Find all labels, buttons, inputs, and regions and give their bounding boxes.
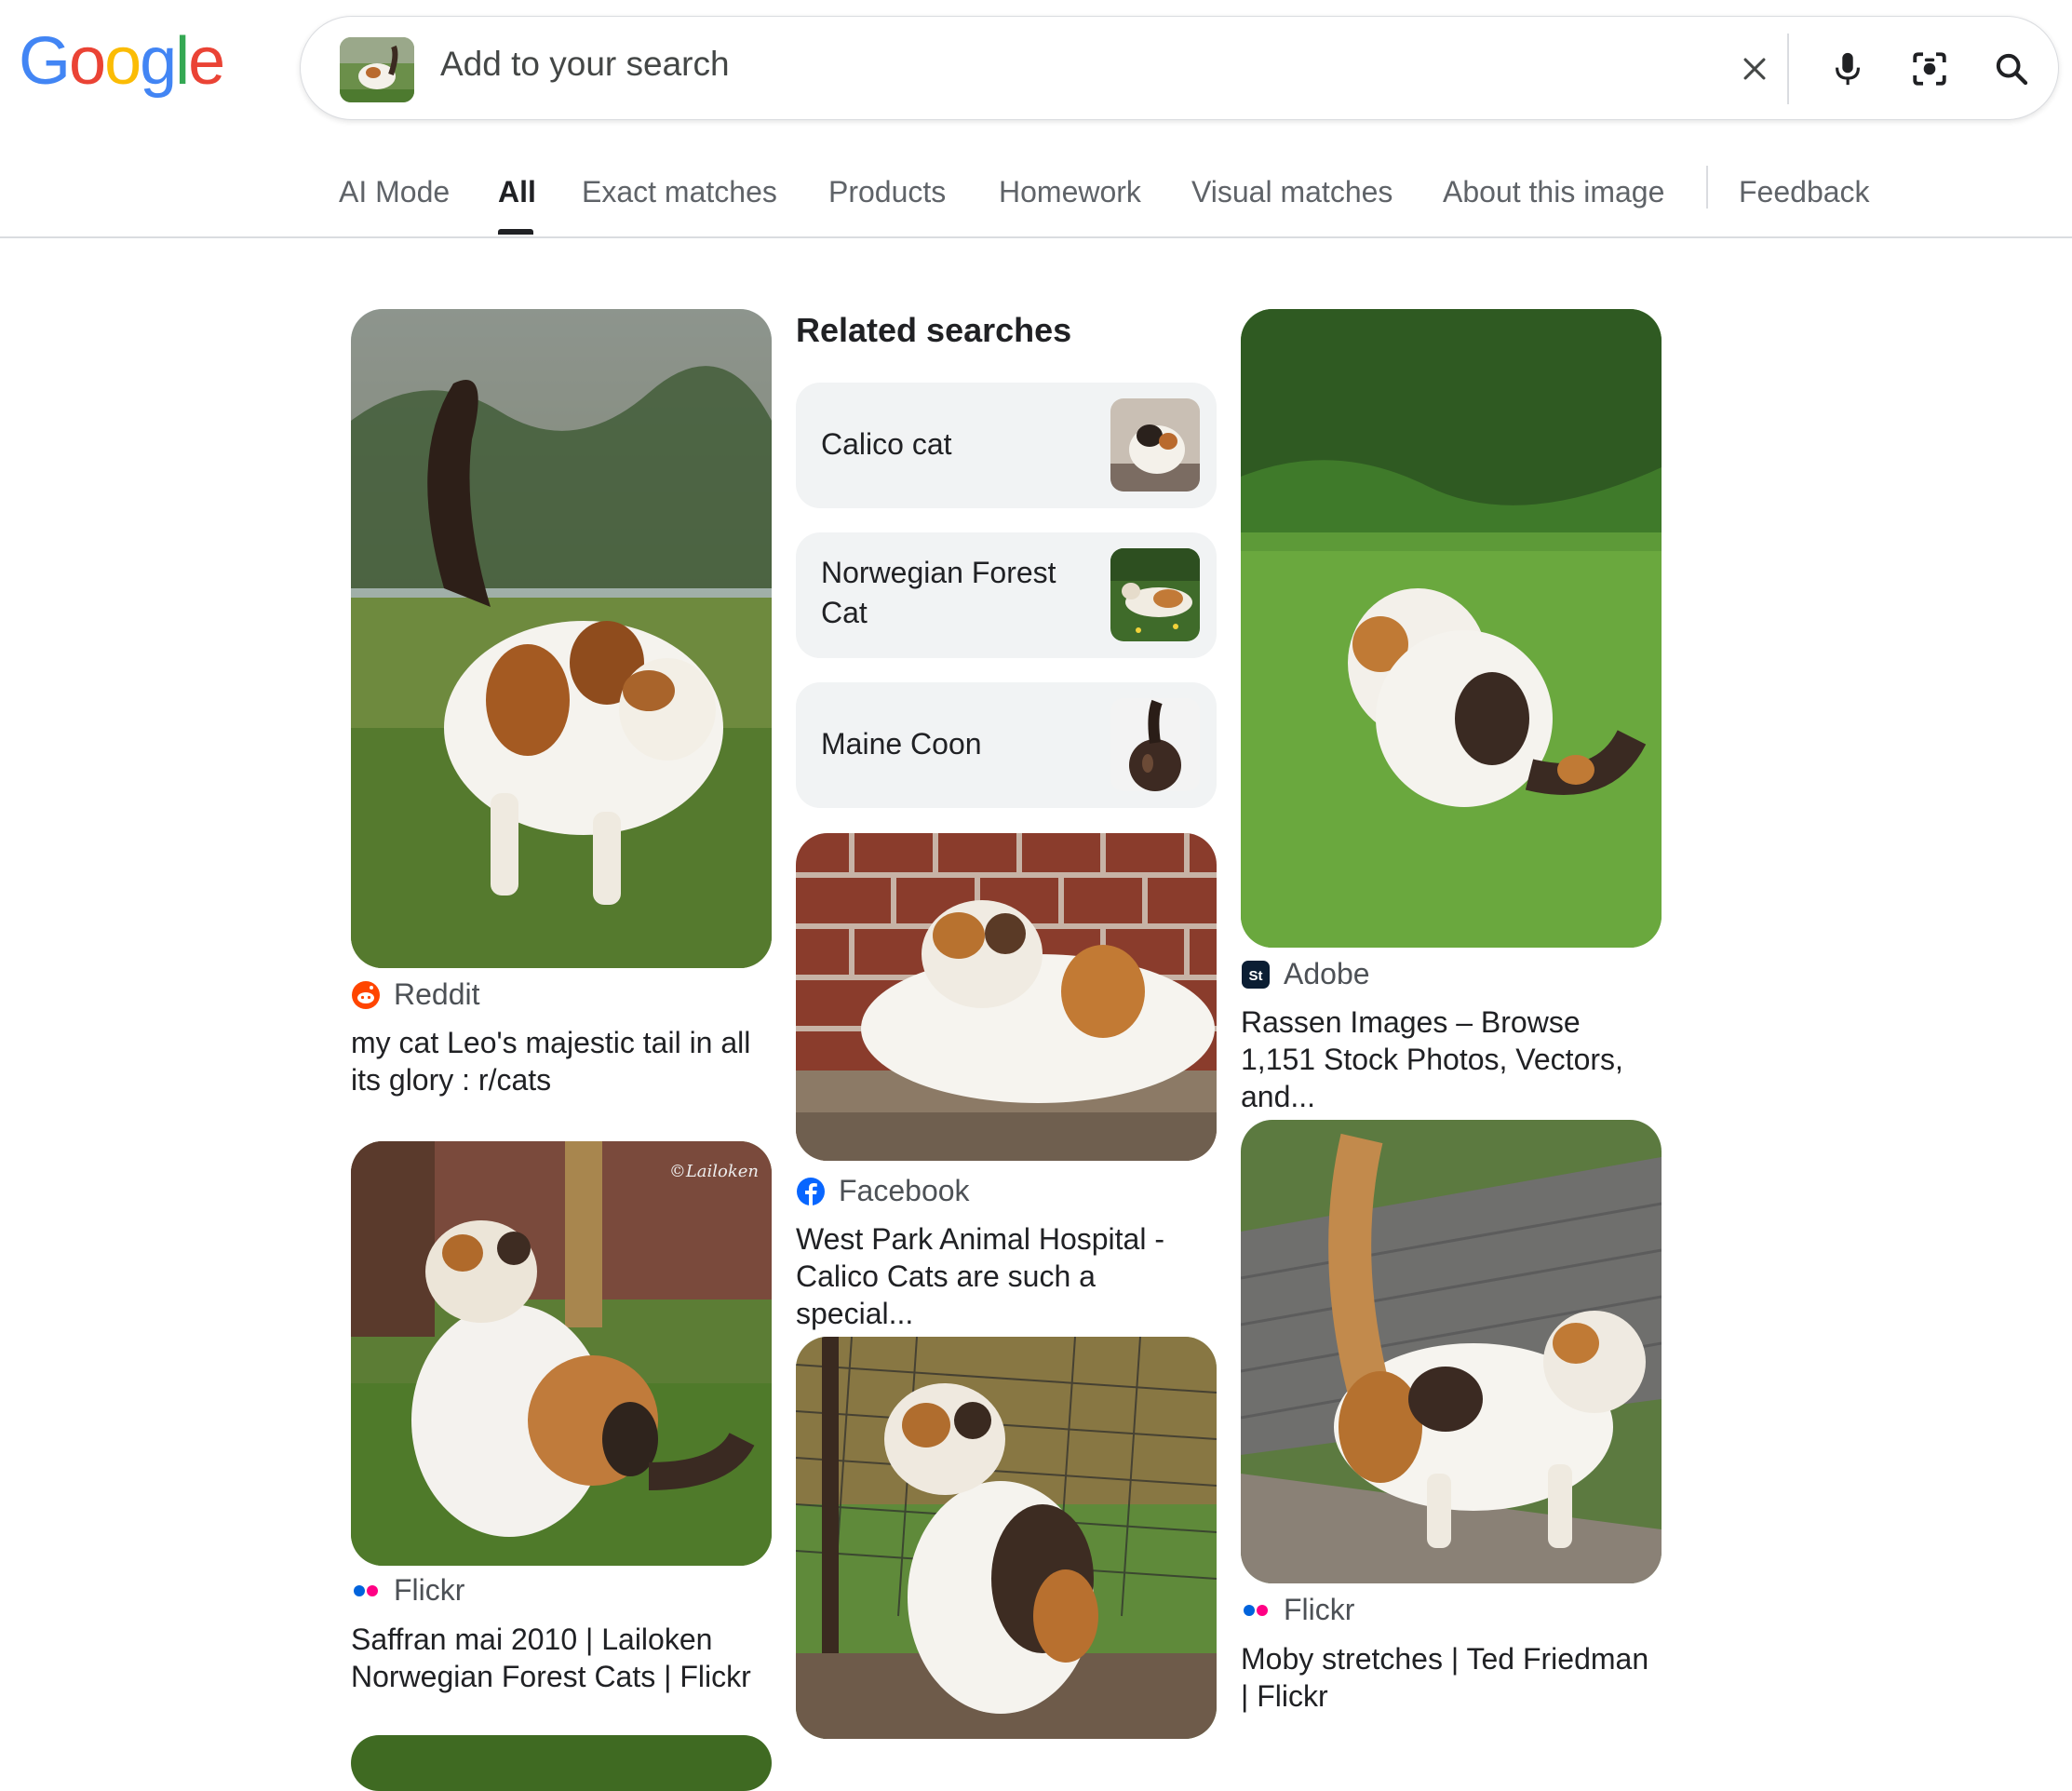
result-image-adobe[interactable]: [1241, 309, 1662, 948]
tab-separator: [1706, 166, 1708, 209]
result-image-flickr-moby[interactable]: [1241, 1120, 1662, 1583]
result-source-name: Flickr: [1284, 1593, 1355, 1626]
related-search-label: Norwegian Forest Cat: [821, 556, 1056, 629]
related-search-thumbnail: [1110, 398, 1200, 492]
search-icon[interactable]: [1984, 41, 2039, 97]
related-search-label: Maine Coon: [821, 727, 982, 761]
result-caption[interactable]: Moby stretches | Ted Friedman | Flickr: [1241, 1640, 1660, 1715]
search-tabs: AI Mode All Exact matches Products Homew…: [0, 166, 2072, 238]
related-search-thumbnail: [1110, 698, 1200, 791]
camera-lens-icon[interactable]: [1902, 41, 1958, 97]
result-caption[interactable]: my cat Leo's majestic tail in all its gl…: [351, 1024, 760, 1098]
result-source-flickr[interactable]: Flickr: [1241, 1593, 1354, 1627]
result-source-name: Facebook: [839, 1174, 970, 1207]
tab-all[interactable]: All: [498, 175, 536, 209]
related-search-thumbnail: [1110, 548, 1200, 641]
result-source-name: Adobe: [1284, 957, 1370, 990]
tab-about-this-image[interactable]: About this image: [1443, 175, 1664, 209]
flickr-icon: [1241, 1596, 1271, 1625]
image-watermark: ©Lailoken: [668, 1162, 759, 1181]
google-logo[interactable]: Google: [19, 24, 225, 99]
logo-letter: e: [188, 24, 225, 99]
search-divider: [1787, 34, 1789, 104]
tab-homework[interactable]: Homework: [999, 175, 1141, 209]
active-tab-indicator: [498, 229, 533, 235]
tab-ai-mode[interactable]: AI Mode: [339, 175, 450, 209]
result-image-cat-enclosure[interactable]: [796, 1337, 1217, 1739]
result-caption[interactable]: West Park Animal Hospital - Calico Cats …: [796, 1220, 1215, 1332]
related-search-calico-cat[interactable]: Calico cat: [796, 383, 1217, 508]
result-image-facebook[interactable]: [796, 833, 1217, 1161]
result-source-adobe[interactable]: St Adobe: [1241, 957, 1370, 991]
result-image-reddit[interactable]: [351, 309, 772, 968]
facebook-icon: [796, 1177, 826, 1206]
search-input[interactable]: Add to your search: [440, 45, 730, 84]
result-source-flickr[interactable]: Flickr: [351, 1573, 464, 1608]
result-source-name: Reddit: [394, 977, 480, 1011]
result-source-reddit[interactable]: Reddit: [351, 977, 480, 1012]
result-source-facebook[interactable]: Facebook: [796, 1174, 970, 1208]
reddit-icon: [351, 980, 381, 1010]
result-image-partial[interactable]: [351, 1735, 772, 1791]
search-box[interactable]: Add to your search: [300, 16, 2059, 120]
tab-feedback[interactable]: Feedback: [1739, 175, 1870, 209]
result-caption[interactable]: Saffran mai 2010 | Lailoken Norwegian Fo…: [351, 1621, 770, 1695]
flickr-icon: [351, 1576, 381, 1606]
related-searches-title: Related searches: [796, 311, 1072, 349]
related-search-label: Calico cat: [821, 427, 952, 461]
related-search-maine-coon[interactable]: Maine Coon: [796, 682, 1217, 808]
close-icon[interactable]: [1727, 41, 1783, 97]
logo-letter: g: [140, 24, 177, 99]
microphone-icon[interactable]: [1820, 41, 1876, 97]
result-caption[interactable]: Rassen Images – Browse 1,151 Stock Photo…: [1241, 1003, 1660, 1115]
logo-letter: G: [19, 24, 71, 99]
svg-text:St: St: [1249, 968, 1263, 984]
tab-products[interactable]: Products: [828, 175, 946, 209]
tab-exact-matches[interactable]: Exact matches: [582, 175, 777, 209]
logo-letter: o: [69, 24, 106, 99]
tab-visual-matches[interactable]: Visual matches: [1191, 175, 1393, 209]
adobe-stock-icon: St: [1241, 960, 1271, 990]
logo-letter: l: [175, 24, 190, 99]
query-image-thumbnail[interactable]: [340, 37, 414, 102]
result-image-flickr-lailoken[interactable]: ©Lailoken: [351, 1141, 772, 1566]
related-search-norwegian-forest-cat[interactable]: Norwegian Forest Cat: [796, 532, 1217, 658]
result-source-name: Flickr: [394, 1573, 465, 1607]
logo-letter: o: [104, 24, 141, 99]
